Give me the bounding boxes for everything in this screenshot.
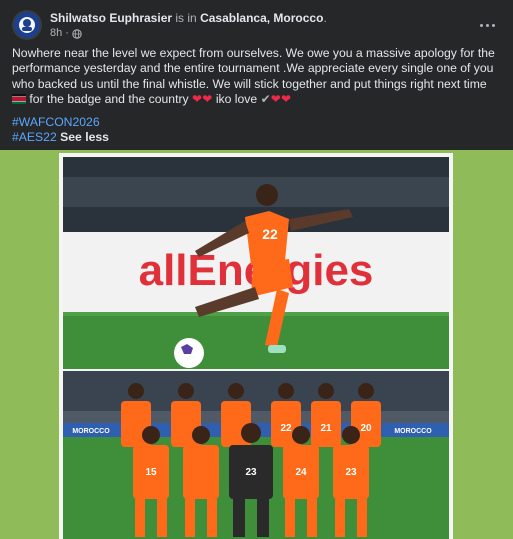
facebook-post: Shilwatso Euphrasier is in Casablanca, M… xyxy=(0,0,513,539)
kenya-flag-icon xyxy=(12,93,26,104)
message-text: Nowhere near the level we expect from ou… xyxy=(12,46,495,91)
post-time: 8h · xyxy=(50,27,82,40)
checkin-verb: is in xyxy=(172,11,201,25)
post-media[interactable]: allEnergies 22 xyxy=(0,150,513,539)
hashtag-aes[interactable]: #AES22 xyxy=(12,130,57,144)
post-body: Nowhere near the level we expect from ou… xyxy=(12,46,504,146)
see-less-link[interactable]: See less xyxy=(60,130,109,144)
back-number: 20 xyxy=(360,423,372,434)
heart-icon: ❤ xyxy=(192,91,203,106)
front-number: 24 xyxy=(295,467,307,478)
front-number: 23 xyxy=(345,467,357,478)
location-link[interactable]: Casablanca, Morocco xyxy=(200,11,323,25)
front-number: 15 xyxy=(145,467,157,478)
message-tail-2: iko love xyxy=(212,91,261,106)
globe-icon xyxy=(72,28,82,39)
avatar[interactable] xyxy=(12,10,42,40)
back-number: 22 xyxy=(280,423,292,434)
check-icon: ✔ xyxy=(260,91,271,106)
jersey-number: 22 xyxy=(262,226,278,242)
author-name[interactable]: Shilwatso Euphrasier xyxy=(50,11,172,25)
front-number: 23 xyxy=(245,467,257,478)
ad-right-text: MOROCCO xyxy=(394,428,432,435)
player-kicking-photo[interactable]: allEnergies 22 xyxy=(63,157,449,369)
timestamp[interactable]: 8h xyxy=(50,27,62,40)
hashtag-wafcon[interactable]: #WAFCON2026 xyxy=(12,115,504,130)
heart-icon: ❤ xyxy=(202,91,213,106)
hashtags: #WAFCON2026 #AES22 See less xyxy=(12,115,504,146)
more-options-icon[interactable] xyxy=(475,16,499,34)
message-tail-1: for the badge and the country xyxy=(26,91,193,106)
post-header: Shilwatso Euphrasier is in Casablanca, M… xyxy=(12,10,501,42)
post-message: Nowhere near the level we expect from ou… xyxy=(12,46,504,107)
meta-period: . xyxy=(323,11,327,25)
ad-left-text: MOROCCO xyxy=(72,428,110,435)
post-meta: Shilwatso Euphrasier is in Casablanca, M… xyxy=(50,11,327,26)
team-photo[interactable]: MOROCCO MOROCCO 22 21 20 15 23 24 23 xyxy=(63,371,449,539)
back-number: 21 xyxy=(320,423,332,434)
photo-collage: allEnergies 22 xyxy=(59,153,453,539)
heart-icon: ❤❤ xyxy=(270,91,292,106)
